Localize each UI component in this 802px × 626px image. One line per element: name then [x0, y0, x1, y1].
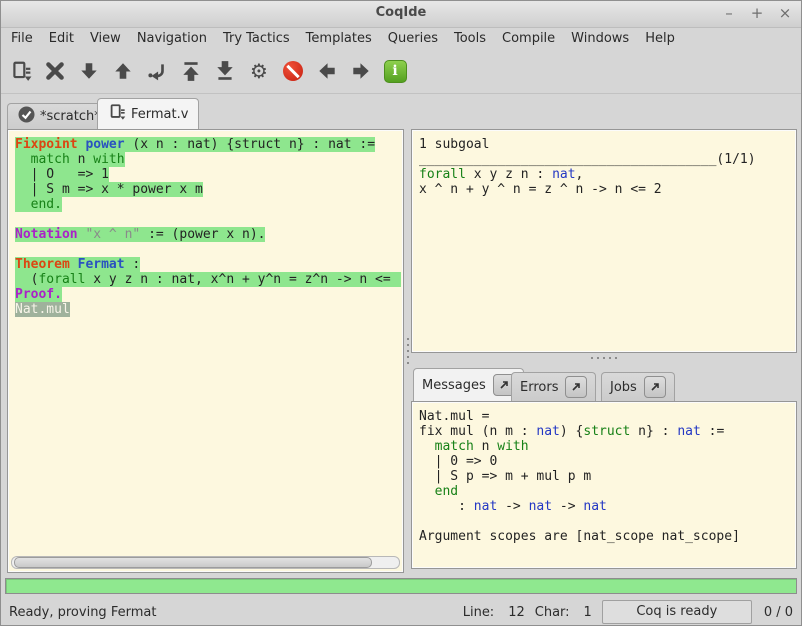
buffer-tab-bar: *scratch* Fermat.v: [1, 97, 801, 129]
status-message: Ready, proving Fermat: [9, 605, 156, 620]
code-line: 1 subgoal: [419, 137, 794, 152]
coqide-window: CoqIde – + × FileEditViewNavigationTry T…: [0, 0, 802, 626]
code-line: (forall x y z n : nat, x^n + y^n = z^n -…: [15, 272, 401, 287]
code-line: end.: [15, 197, 401, 212]
script-editor-pane[interactable]: Fixpoint power (x n : nat) {struct n} : …: [7, 129, 404, 573]
go-to-end-icon[interactable]: [213, 59, 237, 83]
detach-arrow-icon: [649, 381, 661, 393]
code-line: Nat.mul =: [419, 409, 794, 424]
title-bar[interactable]: CoqIde – + ×: [1, 1, 801, 28]
menu-tools[interactable]: Tools: [446, 29, 494, 48]
tab-fermat[interactable]: Fermat.v: [97, 98, 199, 129]
window-title: CoqIde: [1, 5, 801, 20]
maximize-button[interactable]: +: [749, 3, 765, 23]
save-icon[interactable]: [9, 59, 33, 83]
code-line: : nat -> nat -> nat: [419, 499, 794, 514]
progress-bar: [5, 578, 797, 594]
tab-label: Fermat.v: [131, 107, 188, 122]
about-icon[interactable]: i: [383, 59, 407, 83]
code-line: Nat.mul: [15, 302, 401, 317]
code-line: | 0 => 0: [419, 454, 794, 469]
goal-counter: 0 / 0: [764, 605, 793, 620]
go-to-cursor-icon[interactable]: [145, 59, 169, 83]
interrupt-icon[interactable]: [281, 59, 305, 83]
vertical-splitter[interactable]: [404, 129, 411, 573]
scrollbar-thumb[interactable]: [14, 557, 372, 568]
char-label: Char:: [535, 605, 570, 620]
goal-view: 1 subgoal_______________________________…: [414, 132, 794, 350]
menu-try-tactics[interactable]: Try Tactics: [215, 29, 298, 48]
code-line: Theorem Fermat :: [15, 257, 401, 272]
previous-occurrence-icon[interactable]: [315, 59, 339, 83]
code-line: end: [419, 484, 794, 499]
step-forward-icon[interactable]: [77, 59, 101, 83]
script-editor[interactable]: Fixpoint power (x n : nat) {struct n} : …: [10, 132, 401, 556]
code-line: | S p => m + mul p m: [419, 469, 794, 484]
status-bar: Ready, proving Fermat Line: 12 Char: 1 C…: [1, 597, 801, 626]
menu-templates[interactable]: Templates: [298, 29, 380, 48]
detach-arrow-icon: [498, 379, 510, 391]
close-buffer-icon[interactable]: [43, 59, 67, 83]
line-value[interactable]: 12: [508, 605, 525, 620]
toolbar: ⚙ i: [1, 49, 801, 94]
code-line: [419, 514, 794, 529]
tab-label: *scratch*: [40, 109, 101, 124]
messages-pane[interactable]: Nat.mul =fix mul (n m : nat) {struct n} …: [411, 401, 797, 569]
code-line: x ^ n + y ^ n = z ^ n -> n <= 2: [419, 182, 794, 197]
menu-navigation[interactable]: Navigation: [129, 29, 215, 48]
menu-bar: FileEditViewNavigationTry TacticsTemplat…: [1, 27, 801, 49]
code-line: Argument scopes are [nat_scope nat_scope…: [419, 529, 794, 544]
messages-view: Nat.mul =fix mul (n m : nat) {struct n} …: [414, 404, 794, 566]
char-value[interactable]: 1: [584, 605, 592, 620]
tab-jobs[interactable]: Jobs: [601, 372, 675, 401]
check-icon: [18, 106, 35, 127]
menu-view[interactable]: View: [82, 29, 129, 48]
document-icon: [108, 103, 126, 125]
code-line: ______________________________________(1…: [419, 152, 794, 167]
coq-state-indicator: Coq is ready: [602, 600, 752, 624]
code-line: match n with: [15, 152, 401, 167]
code-line: | O => 1: [15, 167, 401, 182]
detach-jobs-button[interactable]: [644, 376, 666, 398]
editor-horizontal-scrollbar[interactable]: [11, 556, 400, 569]
code-line: match n with: [419, 439, 794, 454]
menu-edit[interactable]: Edit: [41, 29, 82, 48]
code-line: fix mul (n m : nat) {struct n} : nat :=: [419, 424, 794, 439]
tab-errors[interactable]: Errors: [511, 372, 596, 401]
line-label: Line:: [463, 605, 494, 620]
message-tab-bar: Messages Errors Jobs: [411, 363, 797, 401]
close-button[interactable]: ×: [777, 3, 793, 23]
menu-compile[interactable]: Compile: [494, 29, 563, 48]
tab-messages[interactable]: Messages: [413, 368, 524, 401]
menu-windows[interactable]: Windows: [563, 29, 637, 48]
tab-scratch[interactable]: *scratch*: [7, 103, 112, 129]
step-backward-icon[interactable]: [111, 59, 135, 83]
detach-errors-button[interactable]: [565, 376, 587, 398]
minimize-button[interactable]: –: [721, 3, 737, 23]
restart-icon[interactable]: [179, 59, 203, 83]
tab-label: Errors: [520, 380, 558, 395]
code-line: Fixpoint power (x n : nat) {struct n} : …: [15, 137, 401, 152]
menu-help[interactable]: Help: [637, 29, 683, 48]
code-line: | S m => x * power x m: [15, 182, 401, 197]
horizontal-splitter[interactable]: [411, 353, 797, 363]
code-line: forall x y z n : nat,: [419, 167, 794, 182]
tab-label: Jobs: [610, 380, 637, 395]
next-occurrence-icon[interactable]: [349, 59, 373, 83]
code-line: Notation "x ^ n" := (power x n).: [15, 227, 401, 242]
goal-pane[interactable]: 1 subgoal_______________________________…: [411, 129, 797, 353]
code-line: Proof.: [15, 287, 401, 302]
menu-queries[interactable]: Queries: [380, 29, 446, 48]
tab-label: Messages: [422, 378, 486, 393]
menu-file[interactable]: File: [3, 29, 41, 48]
code-line: [15, 242, 401, 257]
detach-arrow-icon: [570, 381, 582, 393]
code-line: [15, 212, 401, 227]
fully-check-icon[interactable]: ⚙: [247, 59, 271, 83]
